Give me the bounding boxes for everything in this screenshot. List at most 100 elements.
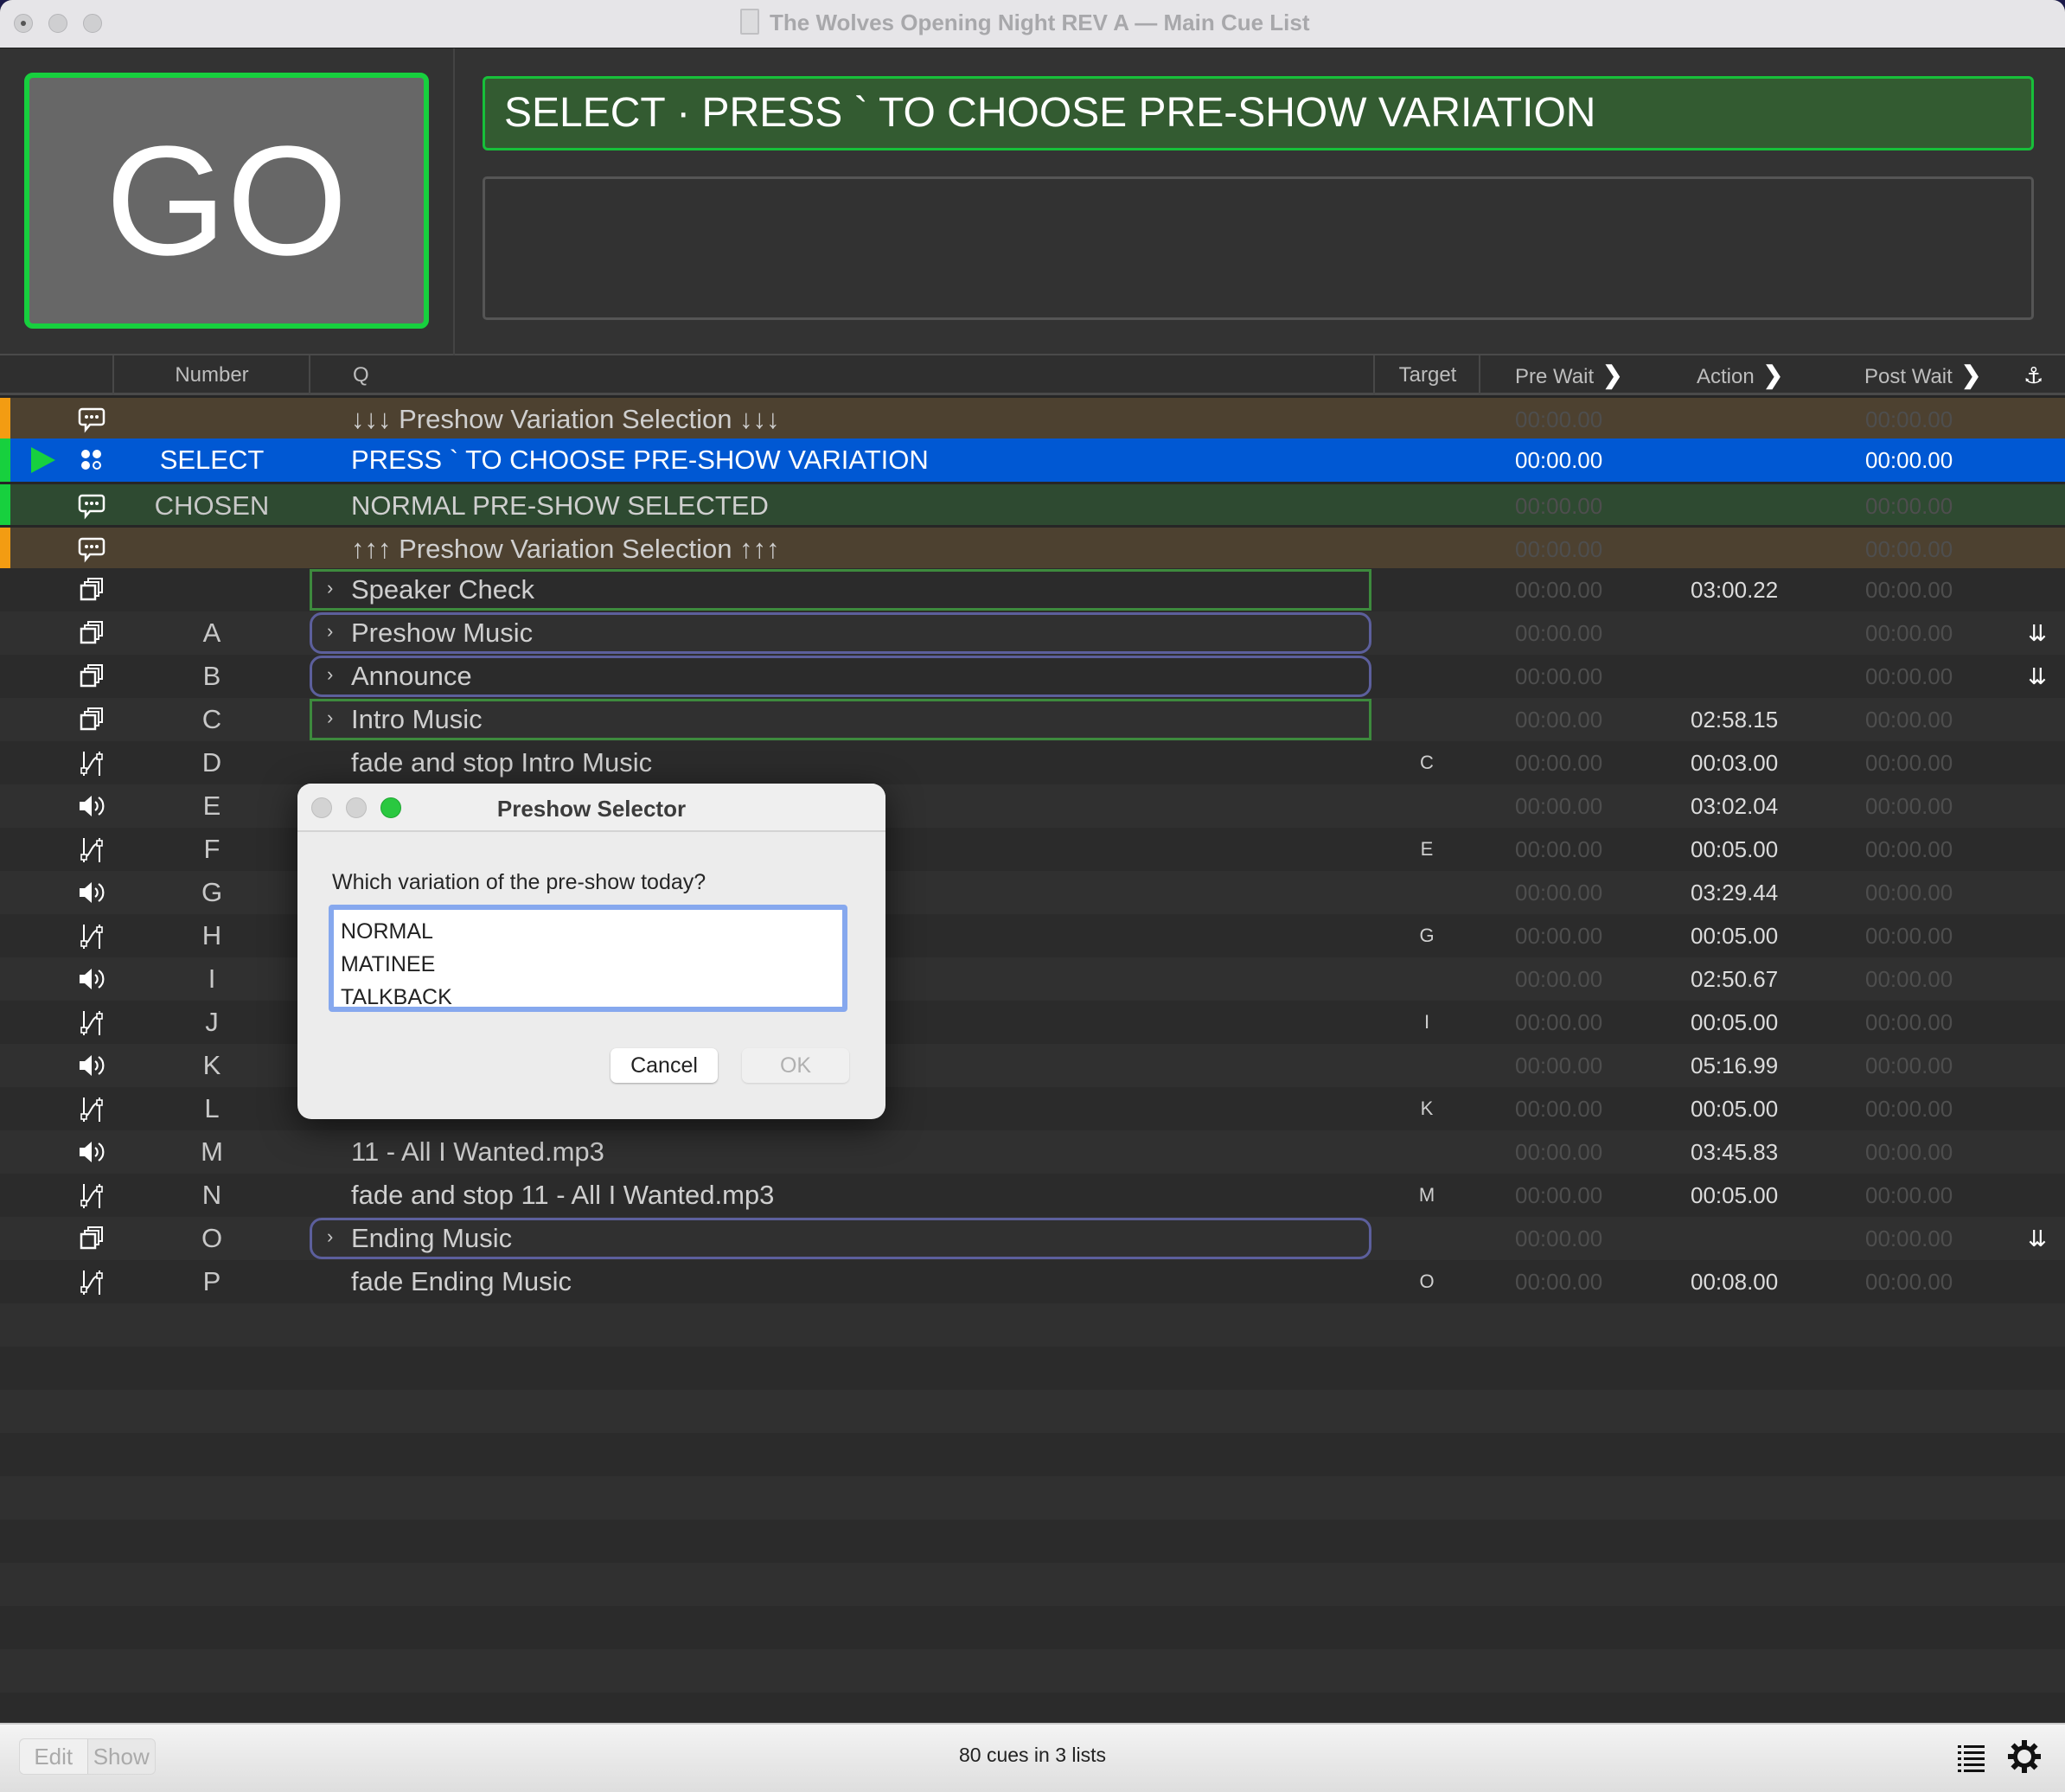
cue-number[interactable]: P	[112, 1260, 311, 1303]
ok-button[interactable]: OK	[742, 1048, 849, 1083]
cue-number[interactable]	[112, 568, 311, 611]
cue-pre-wait[interactable]: 00:00.00	[1515, 741, 1602, 784]
cue-action-duration[interactable]: 00:05.00	[1691, 1174, 1778, 1217]
cue-name[interactable]: fade and stop Intro Music	[351, 741, 652, 784]
cue-pre-wait[interactable]: 00:00.00	[1515, 828, 1602, 871]
cue-notes-field[interactable]	[483, 176, 2034, 320]
cue-name[interactable]: fade Ending Music	[351, 1260, 572, 1303]
cue-name[interactable]: Intro Music	[351, 698, 483, 741]
cue-post-wait[interactable]: 00:00.00	[1865, 741, 1953, 784]
cue-name[interactable]: PRESS ` TO CHOOSE PRE-SHOW VARIATION	[351, 438, 929, 482]
cue-target[interactable]: G	[1401, 914, 1453, 957]
cue-row[interactable]: ↓↓↓ Preshow Variation Selection ↓↓↓ 00:00…	[0, 395, 2065, 438]
close-window-button[interactable]	[14, 14, 33, 33]
cue-post-wait[interactable]: 00:00.00	[1865, 1087, 1953, 1130]
auto-continue-icon[interactable]: ⇊	[2020, 655, 2055, 698]
cue-post-wait[interactable]: 00:00.00	[1865, 1174, 1953, 1217]
cue-number[interactable]	[112, 398, 311, 441]
cue-action-duration[interactable]: 02:50.67	[1691, 957, 1778, 1001]
cue-name[interactable]: Speaker Check	[351, 568, 534, 611]
cue-post-wait[interactable]: 00:00.00	[1865, 1260, 1953, 1303]
cue-action-duration[interactable]: 00:08.00	[1691, 1260, 1778, 1303]
column-header-number[interactable]: Number	[112, 355, 311, 395]
cue-target[interactable]: O	[1401, 1260, 1453, 1303]
cue-row[interactable]: Pfade Ending Music O 00:00.00 00:08.00 00:00…	[0, 1260, 2065, 1303]
cue-row[interactable]: A › Preshow Music 00:00.00 00:00.00 ⇊	[0, 611, 2065, 655]
cue-target[interactable]	[1401, 784, 1453, 828]
cue-target[interactable]	[1401, 438, 1453, 482]
cue-number[interactable]: M	[112, 1130, 311, 1174]
cue-number[interactable]: A	[112, 611, 311, 655]
cue-row[interactable]: M 11 - All I Wanted.mp3 00:00.00 03:45.83 00…	[0, 1130, 2065, 1174]
cue-pre-wait[interactable]: 00:00.00	[1515, 1217, 1602, 1260]
cue-post-wait[interactable]: 00:00.00	[1865, 871, 1953, 914]
cue-pre-wait[interactable]: 00:00.00	[1515, 1044, 1602, 1087]
cue-pre-wait[interactable]: 00:00.00	[1515, 698, 1602, 741]
cue-number[interactable]	[112, 528, 311, 571]
disclosure-chevron-icon[interactable]: ›	[327, 1217, 333, 1257]
cue-number[interactable]: K	[112, 1044, 311, 1087]
cancel-button[interactable]: Cancel	[611, 1048, 718, 1083]
column-header-pre-wait[interactable]: Pre Wait ❯	[1515, 355, 1623, 395]
cue-action-duration[interactable]: 03:02.04	[1691, 784, 1778, 828]
cue-post-wait[interactable]: 00:00.00	[1865, 957, 1953, 1001]
cue-post-wait[interactable]: 00:00.00	[1865, 438, 1953, 482]
cue-number[interactable]: F	[112, 828, 311, 871]
cue-name[interactable]: Ending Music	[351, 1217, 512, 1260]
cue-post-wait[interactable]: 00:00.00	[1865, 655, 1953, 698]
cue-name[interactable]: fade and stop 11 - All I Wanted.mp3	[351, 1174, 774, 1217]
cue-pre-wait[interactable]: 00:00.00	[1515, 1001, 1602, 1044]
cue-row[interactable]: ↑↑↑ Preshow Variation Selection ↑↑↑ 00:00…	[0, 525, 2065, 568]
cue-target[interactable]	[1401, 1217, 1453, 1260]
column-header-post-wait[interactable]: Post Wait ❯	[1864, 355, 1981, 395]
cue-number[interactable]: CHOSEN	[112, 484, 311, 528]
cue-post-wait[interactable]: 00:00.00	[1865, 528, 1953, 571]
cue-number[interactable]: O	[112, 1217, 311, 1260]
cue-target[interactable]	[1401, 1044, 1453, 1087]
cue-action-duration[interactable]: 03:45.83	[1691, 1130, 1778, 1174]
disclosure-chevron-icon[interactable]: ›	[327, 655, 333, 694]
minimize-window-button[interactable]	[48, 14, 67, 33]
cue-target[interactable]	[1401, 698, 1453, 741]
cue-pre-wait[interactable]: 00:00.00	[1515, 957, 1602, 1001]
cue-pre-wait[interactable]: 00:00.00	[1515, 1174, 1602, 1217]
cue-post-wait[interactable]: 00:00.00	[1865, 1130, 1953, 1174]
cue-pre-wait[interactable]: 00:00.00	[1515, 1087, 1602, 1130]
cue-name[interactable]: Announce	[351, 655, 472, 698]
cue-pre-wait[interactable]: 00:00.00	[1515, 398, 1602, 441]
cue-post-wait[interactable]: 00:00.00	[1865, 484, 1953, 528]
cue-action-duration[interactable]: 00:05.00	[1691, 1001, 1778, 1044]
cue-row[interactable]: C › Intro Music 00:00.00 02:58.15 00:00.00	[0, 698, 2065, 741]
cue-name[interactable]: ↓↓↓ Preshow Variation Selection ↓↓↓	[351, 398, 780, 441]
cue-target[interactable]	[1401, 1130, 1453, 1174]
gear-icon[interactable]	[2006, 1738, 2043, 1775]
auto-continue-icon[interactable]: ⇊	[2020, 611, 2055, 655]
anchor-icon[interactable]: ⚓︎	[2023, 355, 2043, 395]
cue-action-duration[interactable]: 00:05.00	[1691, 828, 1778, 871]
cue-action-duration[interactable]: 00:03.00	[1691, 741, 1778, 784]
disclosure-chevron-icon[interactable]: ›	[327, 611, 333, 651]
cue-target[interactable]	[1401, 568, 1453, 611]
cue-number[interactable]: D	[112, 741, 311, 784]
cue-target[interactable]: E	[1401, 828, 1453, 871]
cue-number[interactable]: J	[112, 1001, 311, 1044]
list-icon[interactable]	[1956, 1742, 1987, 1773]
cue-target[interactable]: I	[1401, 1001, 1453, 1044]
cue-row[interactable]: CHOSEN NORMAL PRE-SHOW SELECTED 00:00.00 00…	[0, 482, 2065, 525]
cue-post-wait[interactable]: 00:00.00	[1865, 398, 1953, 441]
cue-action-duration[interactable]: 00:05.00	[1691, 1087, 1778, 1130]
cue-target[interactable]	[1401, 528, 1453, 571]
cue-row[interactable]: Nfade and stop 11 - All I Wanted.mp3 M 00:…	[0, 1174, 2065, 1217]
cue-pre-wait[interactable]: 00:00.00	[1515, 871, 1602, 914]
variation-option[interactable]: TALKBACK	[341, 981, 842, 1014]
cue-post-wait[interactable]: 00:00.00	[1865, 828, 1953, 871]
cue-pre-wait[interactable]: 00:00.00	[1515, 784, 1602, 828]
cue-name[interactable]: NORMAL PRE-SHOW SELECTED	[351, 484, 769, 528]
cue-target[interactable]: K	[1401, 1087, 1453, 1130]
cue-number[interactable]: E	[112, 784, 311, 828]
cue-target[interactable]	[1401, 484, 1453, 528]
cue-pre-wait[interactable]: 00:00.00	[1515, 655, 1602, 698]
cue-action-duration[interactable]: 03:29.44	[1691, 871, 1778, 914]
cue-pre-wait[interactable]: 00:00.00	[1515, 528, 1602, 571]
cue-pre-wait[interactable]: 00:00.00	[1515, 611, 1602, 655]
